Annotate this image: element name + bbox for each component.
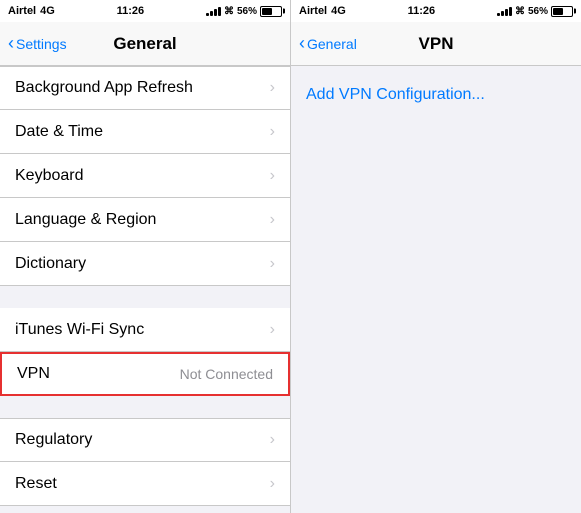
back-chevron-right: ‹ [299,33,305,54]
chevron-right-icon: › [270,211,275,229]
nav-bar-left: ‹ Settings General [0,22,290,66]
section-itunes: iTunes Wi-Fi Sync › [0,308,290,352]
row-label: iTunes Wi-Fi Sync [15,321,144,339]
status-bar-left: Airtel 4G 11:26 ⌘ 56% [0,0,290,22]
nav-title-left: General [113,34,176,54]
battery-icon-left [260,6,282,17]
battery-icon-right [551,6,573,17]
carrier-right: Airtel [299,5,327,17]
right-panel: Airtel 4G 11:26 ⌘ 56% ‹ General VPN Add [291,0,581,513]
list-item[interactable]: Regulatory › [0,418,290,462]
chevron-right-icon: › [270,255,275,273]
section-main: Background App Refresh › Date & Time › K… [0,66,290,286]
row-label: Language & Region [15,211,156,229]
network-left: 4G [40,5,55,17]
chevron-right-icon: › [270,431,275,449]
row-right: › [270,431,275,449]
battery-percent-right: 56% [528,6,548,17]
wifi-icon: ⌘ [224,6,234,17]
chevron-right-icon: › [270,123,275,141]
section-gap-3 [0,506,290,513]
network-right: 4G [331,5,346,17]
wifi-icon-right: ⌘ [515,6,525,17]
row-label: Regulatory [15,431,92,449]
row-right: › [270,123,275,141]
section-gap-1 [0,286,290,308]
back-chevron-left: ‹ [8,33,14,54]
battery-fill-right [553,8,563,15]
nav-bar-right: ‹ General VPN [291,22,581,66]
list-item[interactable]: Background App Refresh › [0,66,290,110]
battery-fill-left [262,8,272,15]
row-right: › [270,321,275,339]
status-right-right: ⌘ 56% [497,6,573,17]
row-right: › [270,255,275,273]
back-button-right[interactable]: ‹ General [299,34,357,54]
add-vpn-button[interactable]: Add VPN Configuration... [306,86,485,103]
back-label-left: Settings [16,36,67,52]
time-left: 11:26 [117,5,145,17]
back-label-right: General [307,36,357,52]
signal-icon-right [497,6,512,16]
vpn-status: Not Connected [180,366,273,382]
status-bar-right: Airtel 4G 11:26 ⌘ 56% [291,0,581,22]
row-right: › [270,167,275,185]
settings-list: Background App Refresh › Date & Time › K… [0,66,290,513]
nav-title-right: VPN [419,34,454,54]
chevron-right-icon: › [270,321,275,339]
status-left: Airtel 4G [8,5,55,17]
row-right: › [270,475,275,493]
row-label: Reset [15,475,57,493]
row-label: Background App Refresh [15,79,193,97]
list-item[interactable]: Keyboard › [0,154,290,198]
list-item[interactable]: Date & Time › [0,110,290,154]
carrier-left: Airtel [8,5,36,17]
chevron-right-icon: › [270,475,275,493]
list-item[interactable]: iTunes Wi-Fi Sync › [0,308,290,352]
list-item[interactable]: Reset › [0,462,290,506]
list-item[interactable]: Dictionary › [0,242,290,286]
row-label: Dictionary [15,255,86,273]
chevron-right-icon: › [270,79,275,97]
back-button-left[interactable]: ‹ Settings [8,34,67,54]
signal-icon [206,6,221,16]
row-label: Date & Time [15,123,103,141]
time-right: 11:26 [408,5,436,17]
section-gap-2 [0,396,290,418]
vpn-row[interactable]: VPN Not Connected [0,352,290,396]
left-panel: Airtel 4G 11:26 ⌘ 56% ‹ Settings General [0,0,290,513]
row-right: › [270,79,275,97]
vpn-label: VPN [17,365,50,383]
status-right-left: ⌘ 56% [206,6,282,17]
chevron-right-icon: › [270,167,275,185]
status-left-right: Airtel 4G [299,5,346,17]
battery-percent-left: 56% [237,6,257,17]
vpn-content: Add VPN Configuration... [291,66,581,513]
row-label: Keyboard [15,167,84,185]
row-right: › [270,211,275,229]
section-regulatory: Regulatory › Reset › [0,418,290,506]
list-item[interactable]: Language & Region › [0,198,290,242]
